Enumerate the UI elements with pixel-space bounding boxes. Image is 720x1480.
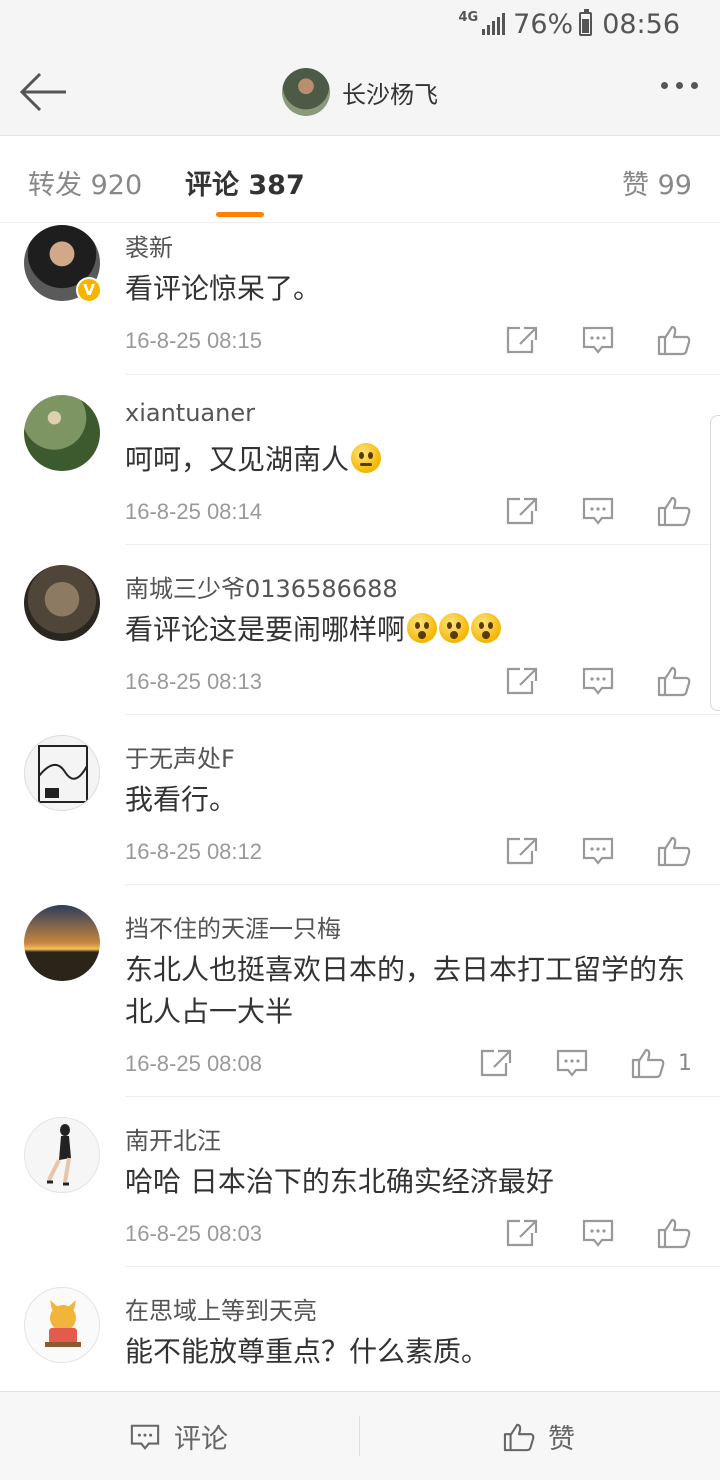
comment-text: 东北人也挺喜欢日本的，去日本打工留学的东北人占一大半 xyxy=(125,953,686,1028)
comment-item: 挡不住的天涯一只梅 东北人也挺喜欢日本的，去日本打工留学的东北人占一大半 16-… xyxy=(0,885,720,1097)
avatar[interactable]: V xyxy=(24,225,102,303)
comment-time: 16-8-25 08:03 xyxy=(125,1221,262,1246)
thumbs-up-icon[interactable] xyxy=(656,1217,692,1249)
comment-text: 哈哈 日本治下的东北确实经济最好 xyxy=(125,1165,554,1198)
comment-actions xyxy=(464,1217,692,1249)
avatar[interactable] xyxy=(24,905,100,981)
comment-actions xyxy=(464,835,692,867)
reply-icon[interactable] xyxy=(554,1047,590,1079)
share-icon[interactable] xyxy=(504,324,540,356)
scrollbar[interactable] xyxy=(710,415,720,711)
comment-time: 16-8-25 08:13 xyxy=(125,669,262,694)
active-tab-indicator xyxy=(216,212,264,217)
comment-text: 呵呵，又见湖南人 xyxy=(125,439,705,481)
tab-like[interactable]: 赞 99 xyxy=(622,163,692,202)
comment-item: 南城三少爷0136586688 看评论这是要闹哪样啊 16-8-25 08:13 xyxy=(0,545,720,715)
battery-icon xyxy=(579,9,593,36)
comment-item: xiantuaner 呵呵，又见湖南人 16-8-25 08:14 xyxy=(0,375,720,545)
comment-button-label: 评论 xyxy=(174,1424,228,1455)
thinking-emoji-icon xyxy=(351,443,382,473)
status-bar: 4G 76% 08:56 xyxy=(0,0,720,48)
share-icon[interactable] xyxy=(504,835,540,867)
like-button[interactable]: 赞 xyxy=(502,1392,575,1480)
comment-item: V 裘新 看评论惊呆了。 16-8-25 08:15 xyxy=(0,224,720,375)
avatar[interactable] xyxy=(24,1117,100,1193)
nav-bar: 长沙杨飞 xyxy=(0,48,720,136)
comment-text: 看评论惊呆了。 xyxy=(125,272,322,305)
divider xyxy=(359,1416,360,1456)
share-icon[interactable] xyxy=(478,1047,514,1079)
comment-username[interactable]: 挡不住的天涯一只梅 xyxy=(125,909,341,944)
share-icon[interactable] xyxy=(504,665,540,697)
comment-username[interactable]: 南开北汪 xyxy=(125,1121,221,1156)
like-button-label: 赞 xyxy=(548,1424,575,1455)
comment-item: 南开北汪 哈哈 日本治下的东北确实经济最好 16-8-25 08:03 xyxy=(0,1097,720,1267)
clock: 08:56 xyxy=(602,8,680,40)
comment-item: 于无声处F 我看行。 16-8-25 08:12 xyxy=(0,715,720,885)
thumbs-up-icon xyxy=(503,1423,535,1451)
comment-actions xyxy=(464,665,692,697)
comment-username[interactable]: 在思域上等到天亮 xyxy=(125,1291,317,1326)
network-type: 4G xyxy=(458,10,479,25)
avatar[interactable] xyxy=(24,395,100,471)
comment-icon xyxy=(130,1424,160,1450)
comment-username[interactable]: 于无声处F xyxy=(125,739,235,774)
more-dots-icon xyxy=(661,82,668,89)
reply-icon[interactable] xyxy=(580,835,616,867)
thumbs-up-icon[interactable] xyxy=(630,1047,666,1079)
thumbs-up-icon[interactable] xyxy=(656,495,692,527)
comment-actions xyxy=(464,324,692,356)
more-button[interactable] xyxy=(661,82,698,89)
comment-actions xyxy=(464,495,692,527)
comment-item: 在思域上等到天亮 能不能放尊重点？什么素质。 xyxy=(0,1267,720,1391)
reply-icon[interactable] xyxy=(580,1217,616,1249)
shocked-emoji-icon xyxy=(407,613,438,643)
nav-user[interactable]: 长沙杨飞 xyxy=(0,68,720,116)
tab-repost[interactable]: 转发 920 xyxy=(28,163,142,202)
comment-text: 能不能放尊重点？什么素质。 xyxy=(125,1335,490,1368)
comment-text: 看评论这是要闹哪样啊 xyxy=(125,609,705,651)
like-count: 1 xyxy=(678,1050,692,1076)
avatar[interactable] xyxy=(24,1287,100,1363)
thumbs-up-icon[interactable] xyxy=(656,835,692,867)
avatar[interactable] xyxy=(282,68,330,116)
comment-time: 16-8-25 08:14 xyxy=(125,499,262,524)
comment-time: 16-8-25 08:15 xyxy=(125,328,262,353)
thumbs-up-icon[interactable] xyxy=(656,665,692,697)
reply-icon[interactable] xyxy=(580,324,616,356)
comment-list[interactable]: V 裘新 看评论惊呆了。 16-8-25 08:15 xiantuaner 呵呵… xyxy=(0,224,720,1391)
share-icon[interactable] xyxy=(504,495,540,527)
comment-username[interactable]: xiantuaner xyxy=(125,399,255,427)
comment-actions: 1 xyxy=(438,1047,692,1079)
reply-icon[interactable] xyxy=(580,495,616,527)
comment-username[interactable]: 南城三少爷0136586688 xyxy=(125,569,398,604)
comment-text: 我看行。 xyxy=(125,783,238,816)
share-icon[interactable] xyxy=(504,1217,540,1249)
verified-badge-icon: V xyxy=(76,277,102,303)
page-title: 长沙杨飞 xyxy=(342,80,438,109)
comment-button[interactable]: 评论 xyxy=(128,1392,228,1480)
comment-time: 16-8-25 08:08 xyxy=(125,1051,262,1076)
battery-percent: 76% xyxy=(513,8,574,40)
tab-comment[interactable]: 评论 387 xyxy=(185,163,305,202)
signal-icon xyxy=(482,13,506,35)
avatar[interactable] xyxy=(24,565,100,641)
thumbs-up-icon[interactable] xyxy=(656,324,692,356)
shocked-emoji-icon xyxy=(471,613,502,643)
shocked-emoji-icon xyxy=(439,613,470,643)
comment-time: 16-8-25 08:12 xyxy=(125,839,262,864)
tab-bar: 转发 920 评论 387 赞 99 xyxy=(0,137,720,223)
avatar[interactable] xyxy=(24,735,100,811)
bottom-action-bar: 评论 赞 xyxy=(0,1391,720,1480)
comment-username[interactable]: 裘新 xyxy=(125,228,173,263)
reply-icon[interactable] xyxy=(580,665,616,697)
